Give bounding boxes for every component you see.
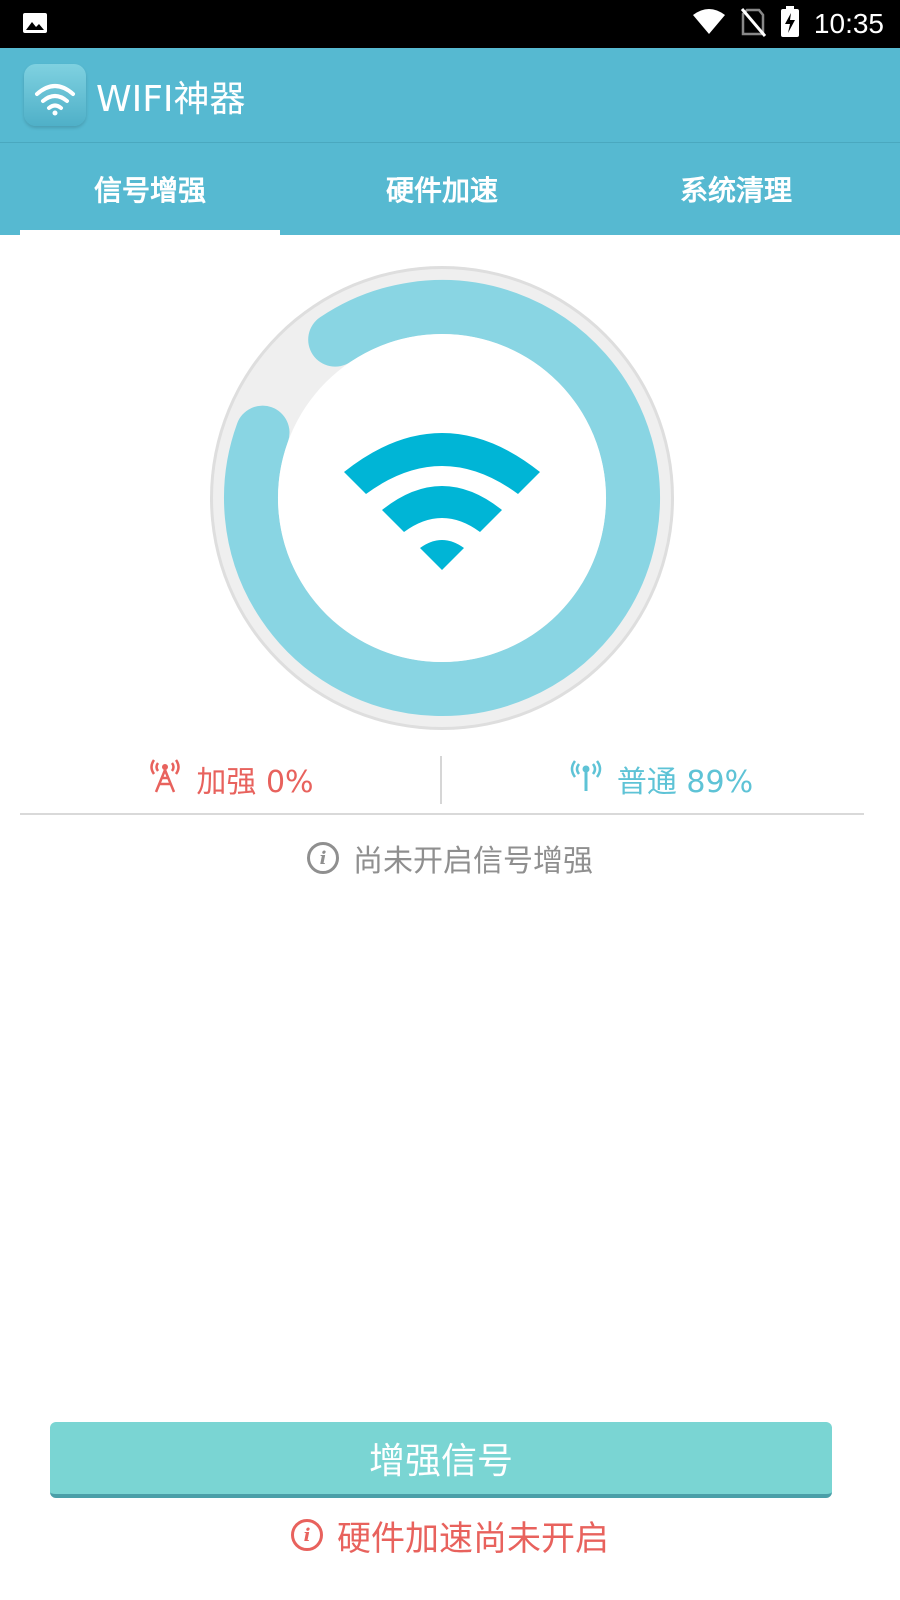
app-title: WIFI神器 [96,79,246,120]
battery-charging-icon [780,6,800,42]
tab-hardware-acceleration[interactable]: 硬件加速 [292,143,592,235]
info-icon: i [307,842,339,874]
tab-bar: 信号增强 硬件加速 系统清理 [0,143,900,235]
signal-tower-icon [146,756,184,802]
tab-selected-indicator [20,230,280,235]
boost-signal-button[interactable]: 增强信号 [50,1422,832,1498]
wifi-icon [692,9,726,39]
boost-stat: 加强 0% [20,744,440,814]
antenna-icon [567,756,605,802]
normal-stat: 普通 89% [450,744,870,814]
wifi-app-icon [24,64,86,126]
divider-line [20,813,864,815]
tab-signal-boost[interactable]: 信号增强 [0,143,300,235]
hardware-acceleration-warning: i 硬件加速尚未开启 [0,1508,900,1562]
signal-stats: 加强 0% 普通 89% [20,744,882,814]
warning-text: 硬件加速尚未开启 [337,1518,609,1559]
signal-gauge [210,266,674,730]
app-bar: WIFI神器 [0,48,900,143]
status-bar: 10:35 [0,0,900,48]
no-sim-icon [740,7,767,41]
signal-boost-hint: i 尚未开启信号增强 [0,836,900,880]
stats-divider [440,756,442,804]
image-icon [22,12,48,38]
normal-stat-label: 普通 89% [616,765,754,800]
clock: 10:35 [813,8,884,39]
boost-stat-label: 加强 0% [196,765,314,800]
info-icon: i [291,1519,323,1551]
tab-system-cleanup[interactable]: 系统清理 [586,143,886,235]
hint-text: 尚未开启信号增强 [353,844,593,879]
status-icons: 10:35 [692,0,884,48]
